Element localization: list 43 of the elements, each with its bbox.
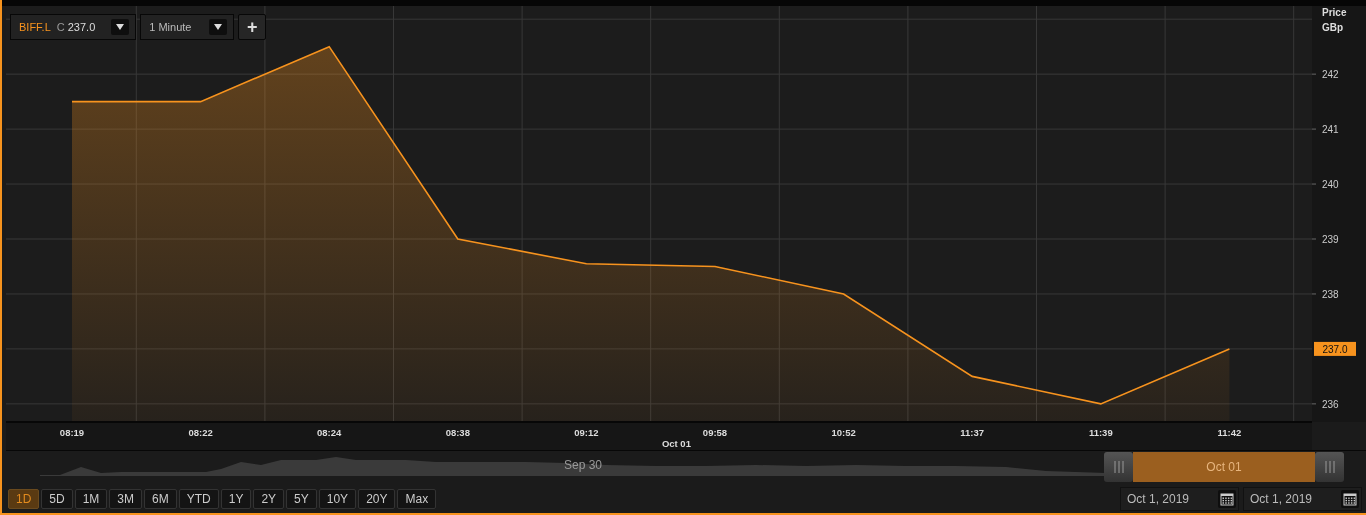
y-axis-label: 239	[1322, 234, 1339, 245]
close-value: 237.0	[67, 21, 96, 33]
x-axis-label: 08:38	[445, 427, 470, 438]
x-axis-label: 11:37	[960, 427, 985, 438]
y-axis-label: 236	[1322, 398, 1339, 410]
interval-value: 1 Minute	[149, 21, 192, 33]
range-button[interactable]: 2Y	[253, 489, 285, 509]
range-button[interactable]: 5Y	[286, 489, 317, 509]
range-button[interactable]: 1M	[74, 489, 108, 509]
x-axis-label: 08:22	[188, 427, 213, 438]
caret-icon	[209, 19, 228, 35]
axis-title: Price	[1322, 7, 1347, 18]
x-axis-label: 10:52	[831, 427, 856, 438]
x-axis-label: 09:12	[574, 427, 599, 438]
range-button[interactable]: YTD	[178, 489, 219, 509]
range-button[interactable]: 1Y	[220, 489, 252, 509]
range-button[interactable]: 5D	[41, 489, 73, 509]
close-label: C	[56, 21, 65, 33]
y-axis-label: 242	[1322, 69, 1339, 81]
range-button[interactable]: 20Y	[358, 489, 396, 509]
x-axis-label: 09:58	[702, 427, 728, 438]
range-button[interactable]: Max	[397, 489, 437, 509]
caret-icon	[111, 19, 130, 35]
symbol-label: BIFF.L	[19, 21, 51, 33]
date-label: Oct 01	[661, 438, 691, 449]
x-axis-label: 11:42	[1217, 427, 1242, 438]
axis-unit: GBp	[1322, 22, 1344, 33]
navigator-label: Sep 30	[564, 458, 603, 472]
symbol-selector[interactable]: BIFF.L C 237.0	[10, 14, 137, 40]
range-button[interactable]: 3M	[109, 489, 143, 509]
right-handle[interactable]	[1315, 452, 1344, 482]
interval-selector[interactable]: 1 Minute	[140, 14, 235, 40]
range-button[interactable]: 6M	[144, 489, 177, 509]
x-axis-label: 08:19	[59, 427, 85, 438]
x-axis-label: 11:39	[1088, 427, 1113, 438]
range-button[interactable]: 1D	[8, 489, 40, 509]
range-button[interactable]: 10Y	[318, 489, 357, 509]
left-handle[interactable]	[1104, 452, 1133, 482]
add-button[interactable]: +	[238, 14, 267, 40]
y-axis-label: 241	[1322, 124, 1339, 136]
y-axis-label: 238	[1322, 288, 1339, 300]
x-axis-label: 08:24	[317, 427, 342, 438]
y-axis-label: 240	[1322, 179, 1339, 191]
